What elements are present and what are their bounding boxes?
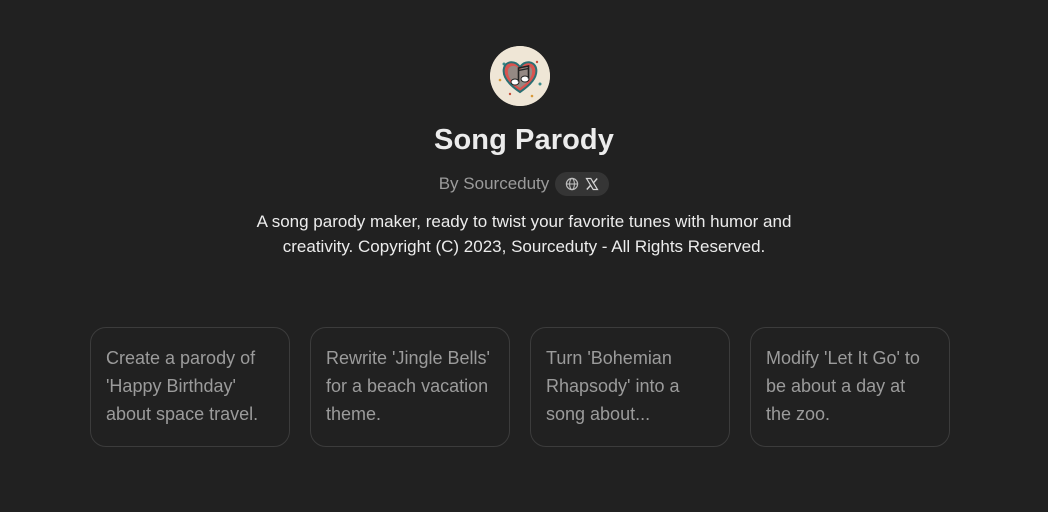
starter-card[interactable]: Turn 'Bohemian Rhapsody' into a song abo… <box>530 327 730 447</box>
gpt-title: Song Parody <box>434 124 614 156</box>
starter-card-text: Rewrite 'Jingle Bells' for a beach vacat… <box>326 348 490 424</box>
starter-card-text: Turn 'Bohemian Rhapsody' into a song abo… <box>546 348 680 424</box>
globe-icon[interactable] <box>565 177 579 191</box>
starter-card[interactable]: Rewrite 'Jingle Bells' for a beach vacat… <box>310 327 510 447</box>
x-logo-icon[interactable] <box>585 177 599 191</box>
author-label: By Sourceduty <box>438 174 550 193</box>
social-links <box>555 172 610 196</box>
heart-music-note-icon <box>490 46 550 106</box>
gpt-avatar <box>490 46 550 106</box>
author-byline: By Sourceduty <box>0 172 1048 196</box>
conversation-starters: Create a parody of 'Happy Birthday' abou… <box>90 327 950 447</box>
gpt-landing: Song Parody By Sourceduty A song parody … <box>0 0 1048 512</box>
starter-card-text: Create a parody of 'Happy Birthday' abou… <box>106 348 259 424</box>
starter-card[interactable]: Modify 'Let It Go' to be about a day at … <box>750 327 950 447</box>
gpt-description: A song parody maker, ready to twist your… <box>256 212 792 256</box>
starter-card-text: Modify 'Let It Go' to be about a day at … <box>766 348 920 424</box>
starter-card[interactable]: Create a parody of 'Happy Birthday' abou… <box>90 327 290 447</box>
